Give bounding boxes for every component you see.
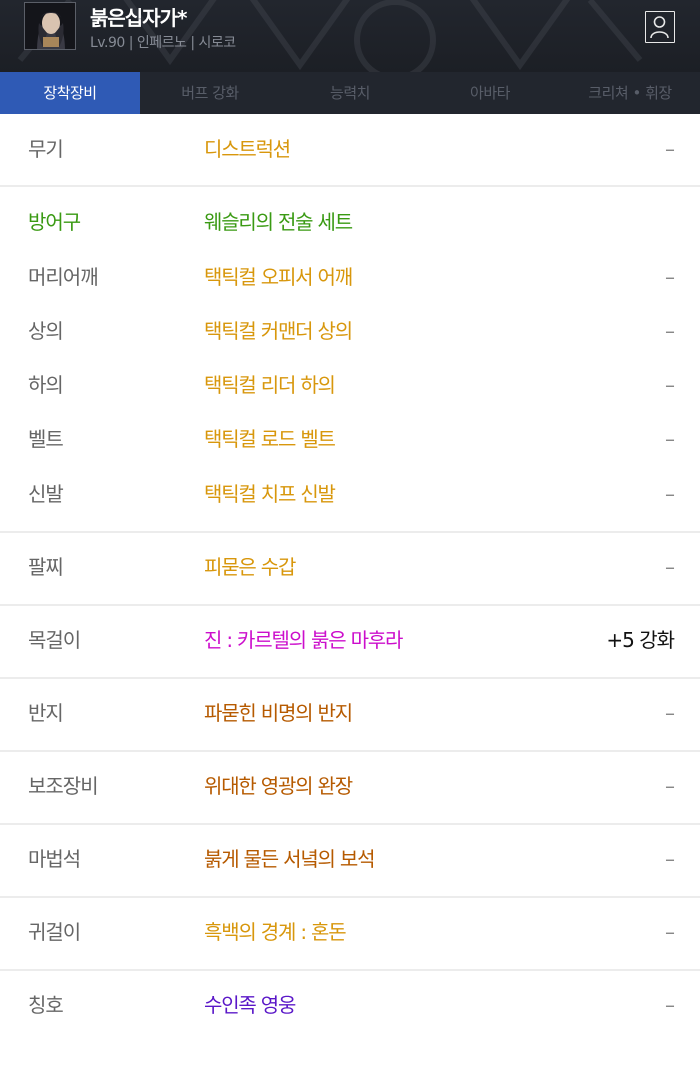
item-name[interactable]: 택틱컬 커맨더 상의 [204, 304, 353, 358]
character-name: 붉은십자가* [90, 6, 187, 30]
divider [0, 750, 700, 752]
item-name[interactable]: 피묻은 수갑 [204, 540, 296, 594]
tab-avatar[interactable]: 아바타 [420, 72, 560, 114]
enhance-value: – [665, 319, 675, 343]
equipment-row-shoulder: 머리어깨 택틱컬 오피서 어깨 – [0, 250, 700, 304]
equipment-row-earring: 귀걸이 흑백의 경계 : 혼돈 – [0, 905, 700, 959]
item-name[interactable]: 파묻힌 비명의 반지 [204, 686, 353, 740]
enhance-value: – [665, 427, 675, 451]
item-name[interactable]: 진 : 카르텔의 붉은 마후라 [204, 613, 403, 667]
equipment-row-shoes: 신발 택틱컬 치프 신발 – [0, 467, 700, 521]
character-portrait-icon [25, 3, 75, 49]
item-name[interactable]: 택틱컬 로드 벨트 [204, 412, 336, 466]
equipment-row-necklace: 목걸이 진 : 카르텔의 붉은 마후라 +5 강화 [0, 613, 700, 667]
tab-bar: 장착장비 버프 강화 능력치 아바타 크리쳐 • 휘장 [0, 72, 700, 114]
item-name[interactable]: 웨슬리의 전술 세트 [204, 195, 353, 249]
item-name[interactable]: 택틱컬 오피서 어깨 [204, 250, 353, 304]
slot-label: 반지 [28, 701, 64, 725]
divider [0, 185, 700, 187]
divider [0, 604, 700, 606]
enhance-value: – [665, 373, 675, 397]
slot-label: 하의 [28, 373, 64, 397]
item-name[interactable]: 택틱컬 치프 신발 [204, 467, 336, 521]
tab-buff-enhance[interactable]: 버프 강화 [140, 72, 280, 114]
divider [0, 969, 700, 971]
enhance-value: – [665, 920, 675, 944]
equipment-row-weapon: 무기 디스트럭션 – [0, 122, 700, 176]
slot-label: 무기 [28, 137, 64, 161]
character-avatar [24, 2, 76, 50]
slot-label: 보조장비 [28, 774, 99, 798]
slot-label: 팔찌 [28, 555, 64, 579]
enhance-value: – [665, 137, 675, 161]
slot-label: 칭호 [28, 993, 64, 1017]
divider [0, 896, 700, 898]
equipment-row-bottom: 하의 택틱컬 리더 하의 – [0, 358, 700, 412]
tab-creature-emblem[interactable]: 크리쳐 • 휘장 [560, 72, 700, 114]
slot-label: 머리어깨 [28, 265, 99, 289]
character-header: 붉은십자가* Lv.90 | 인페르노 | 시로코 [0, 0, 700, 72]
item-name[interactable]: 디스트럭션 [204, 122, 291, 176]
slot-label: 상의 [28, 319, 64, 343]
slot-label: 귀걸이 [28, 920, 81, 944]
equipment-row-bracelet: 팔찌 피묻은 수갑 – [0, 540, 700, 594]
profile-button[interactable] [645, 11, 675, 43]
enhance-value: – [665, 701, 675, 725]
equipment-row-sub-equipment: 보조장비 위대한 영광의 완장 – [0, 759, 700, 813]
item-name[interactable]: 위대한 영광의 완장 [204, 759, 353, 813]
tab-stats[interactable]: 능력치 [280, 72, 420, 114]
character-level-class-server: Lv.90 | 인페르노 | 시로코 [90, 35, 236, 51]
enhance-value: +5 강화 [606, 628, 675, 652]
enhance-value: – [665, 993, 675, 1017]
slot-label: 벨트 [28, 427, 64, 451]
equipment-row-armor-set: 방어구 웨슬리의 전술 세트 [0, 195, 700, 249]
enhance-value: – [665, 265, 675, 289]
equipment-row-top: 상의 택틱컬 커맨더 상의 – [0, 304, 700, 358]
equipment-row-ring: 반지 파묻힌 비명의 반지 – [0, 686, 700, 740]
equipment-row-magic-stone: 마법석 붉게 물든 서녘의 보석 – [0, 832, 700, 886]
slot-label: 마법석 [28, 847, 81, 871]
item-name[interactable]: 수인족 영웅 [204, 978, 296, 1032]
item-name[interactable]: 택틱컬 리더 하의 [204, 358, 336, 412]
equipment-row-belt: 벨트 택틱컬 로드 벨트 – [0, 412, 700, 466]
divider [0, 531, 700, 533]
item-name[interactable]: 흑백의 경계 : 혼돈 [204, 905, 347, 959]
enhance-value: – [665, 482, 675, 506]
item-name[interactable]: 붉게 물든 서녘의 보석 [204, 832, 375, 886]
enhance-value: – [665, 774, 675, 798]
divider [0, 823, 700, 825]
slot-label: 신발 [28, 482, 64, 506]
tab-equipment[interactable]: 장착장비 [0, 72, 140, 114]
divider [0, 677, 700, 679]
enhance-value: – [665, 847, 675, 871]
enhance-value: – [665, 555, 675, 579]
slot-label: 목걸이 [28, 628, 81, 652]
slot-label: 방어구 [28, 210, 81, 234]
person-icon [650, 16, 669, 39]
equipment-row-title: 칭호 수인족 영웅 – [0, 978, 700, 1032]
